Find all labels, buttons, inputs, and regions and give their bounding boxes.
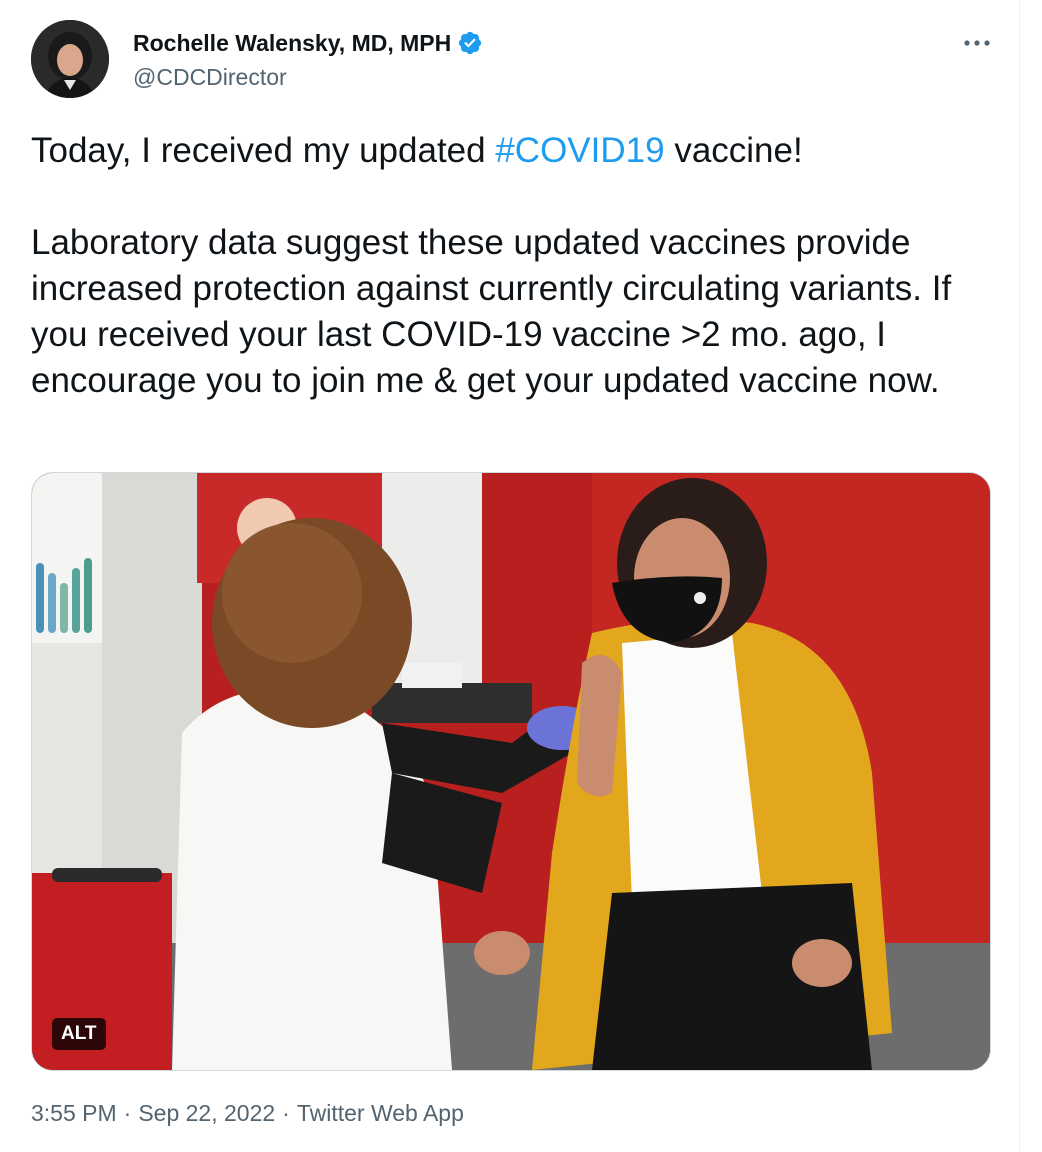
column-border [1019, 0, 1020, 1152]
tweet-text: Today, I received my updated #COVID19 va… [31, 128, 986, 404]
alt-text-badge[interactable]: ALT [52, 1018, 106, 1050]
tweet-source-link[interactable]: Twitter Web App [297, 1098, 464, 1128]
hashtag-link[interactable]: #COVID19 [495, 131, 664, 170]
tweet-time-link[interactable]: 3:55 PM [31, 1098, 117, 1128]
photo-of-vaccination [32, 473, 990, 1070]
author-display-name[interactable]: Rochelle Walensky, MD, MPH [133, 28, 451, 58]
tweet-date-link[interactable]: Sep 22, 2022 [138, 1098, 275, 1128]
tweet-metadata: 3:55 PM · Sep 22, 2022 · Twitter Web App [31, 1098, 464, 1128]
tweet-text-intro: Today, I received my updated [31, 131, 496, 170]
avatar-photo [31, 20, 109, 98]
tweet-media-photo[interactable]: ALT [31, 472, 991, 1071]
author-avatar[interactable] [31, 20, 109, 98]
author-handle[interactable]: @CDCDirector [133, 62, 287, 92]
tweet-text-intro-end: vaccine! [664, 131, 803, 170]
verified-badge-icon [459, 31, 482, 55]
meta-separator: · [123, 1100, 132, 1126]
author-name-row[interactable]: Rochelle Walensky, MD, MPH [133, 28, 483, 58]
more-options-button[interactable] [957, 28, 997, 58]
tweet-text-body: Laboratory data suggest these updated va… [31, 223, 961, 400]
more-horizontal-icon [964, 40, 990, 46]
meta-separator: · [282, 1100, 290, 1126]
